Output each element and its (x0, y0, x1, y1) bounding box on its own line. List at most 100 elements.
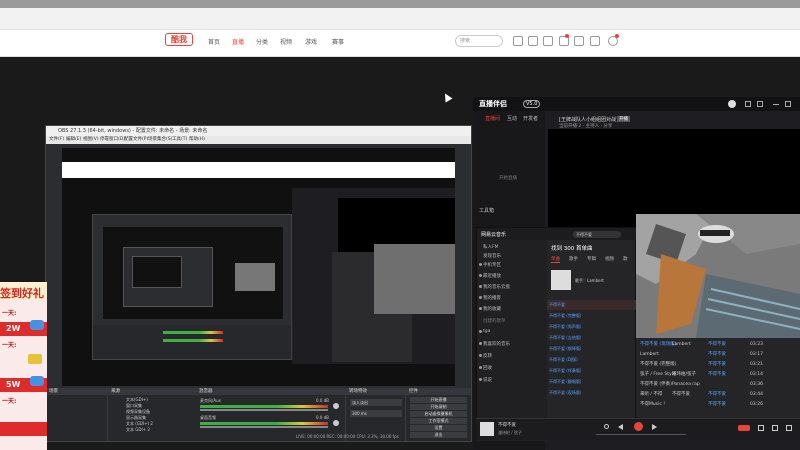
hq-badge[interactable] (738, 425, 750, 431)
music-side-collect[interactable]: 我的收藏 (483, 306, 501, 312)
start-streaming-button[interactable]: 开始直播 (410, 397, 467, 403)
progress-bar[interactable] (596, 434, 686, 435)
music-side-playlist[interactable]: 说说 (483, 377, 492, 383)
music-side-fm[interactable]: 私人FM (483, 244, 498, 250)
tab-songs[interactable]: 单曲 (551, 256, 560, 263)
table-row[interactable]: 不得不爱 (翻唱版) (549, 379, 581, 385)
music-side-mobile[interactable]: 手机专区 (483, 262, 501, 268)
now-playing-cover[interactable] (480, 422, 494, 436)
obs-dock: 场景 来源 文本(GDI+) 窗口采集 视频采集设备 显示器采集 文本 (GDI… (46, 388, 471, 441)
tab-albums[interactable]: 专辑 (587, 256, 596, 262)
tab-more[interactable]: 歌 (623, 256, 628, 262)
settings-icon[interactable] (745, 101, 751, 107)
upload-icon[interactable] (574, 36, 584, 46)
menu-help[interactable]: 帮助(H) (189, 136, 205, 144)
now-playing-artist[interactable]: 潘玮柏 / 弦子 (498, 430, 522, 436)
table-row[interactable]: 不得不爱 (现场版) Lambert 不得不爱 03:23 (640, 340, 796, 350)
studio-mode-button[interactable]: 工作室模式 (410, 418, 467, 424)
table-row[interactable]: 不得不爱 (男声版) (549, 324, 581, 330)
menu-scene-collection[interactable]: 场景集合(S) (148, 136, 172, 144)
nav-live[interactable]: 直播 (232, 37, 244, 46)
obs-preview[interactable] (62, 148, 455, 386)
menu-icon[interactable] (757, 101, 763, 107)
table-row[interactable]: 不得不爱 (DJ版) (549, 357, 578, 363)
close-icon[interactable] (785, 101, 791, 107)
kuwo-tab-interact[interactable]: 互动 (507, 115, 517, 122)
nav-category[interactable]: 分类 (256, 37, 268, 46)
table-row[interactable]: 不得不爱 (现场版) (549, 390, 581, 396)
volume-icon[interactable] (772, 425, 778, 431)
table-row[interactable]: 不得不爱 (伴奏版) (549, 368, 581, 374)
menu-view[interactable]: 视图(V) (83, 136, 99, 144)
mic-mute-icon[interactable] (333, 403, 339, 409)
music-side-playlist[interactable]: tga (483, 329, 490, 334)
table-row[interactable]: 不得不爱 (吉他版) (549, 335, 581, 341)
mic-volume-slider[interactable] (200, 409, 328, 411)
track-album: 不得不爱 (708, 392, 726, 397)
menu-file[interactable]: 文件(F) (49, 136, 64, 144)
desktop-volume-slider[interactable] (200, 426, 328, 428)
playlist-icon[interactable] (786, 425, 792, 431)
music-side-playlist[interactable]: 反转 (483, 353, 492, 359)
music-side-playlist[interactable]: 我喜欢的音乐 (483, 341, 510, 347)
prize-2w: 2W (6, 324, 21, 333)
exit-button[interactable]: 退出 (410, 432, 467, 438)
table-row[interactable]: Lambert 不得不爱 03:17 (640, 350, 796, 360)
kuwo-tab-dev[interactable]: 开发者 (523, 115, 538, 122)
menu-profile[interactable]: 配置文件(P) (124, 136, 148, 144)
site-search-input[interactable]: 搜索 (455, 35, 503, 47)
prev-icon[interactable] (618, 424, 623, 430)
menu-docks[interactable]: 停靠窗口(D) (100, 136, 125, 144)
now-playing-title[interactable]: 不得不爱 (498, 422, 516, 428)
message-icon[interactable] (559, 34, 569, 46)
tab-videos[interactable]: 视频 (605, 256, 614, 262)
table-row[interactable]: 不得不爱 (549, 302, 565, 308)
settings-button[interactable]: 设置 (410, 425, 467, 431)
source-item[interactable]: 文本 GDI+ 3 (126, 427, 150, 433)
transition-duration[interactable]: 300 ms (350, 410, 402, 417)
avatar[interactable] (728, 100, 736, 108)
table-row[interactable]: 不得不爱 (完整版) (549, 313, 581, 319)
table-row[interactable]: 不得不爱 (完整版) 不得不爱 03:21 (640, 360, 796, 370)
sound-effect-icon[interactable] (758, 425, 764, 431)
nav-game[interactable]: 游戏 (305, 37, 317, 46)
nav-video[interactable]: 视频 (280, 37, 292, 46)
site-logo[interactable]: 酷我 (165, 33, 193, 46)
next-icon[interactable] (652, 424, 657, 430)
music-search-input[interactable]: 不得不爱 (573, 231, 621, 238)
nav-events[interactable]: 赛事 (332, 37, 344, 46)
start-recording-button[interactable]: 开始录制 (410, 404, 467, 410)
music-side-cloud[interactable]: 我的音乐云盘 (483, 284, 510, 290)
follow-icon[interactable] (528, 36, 538, 46)
menu-tools[interactable]: 工具(T) (172, 136, 187, 144)
tab-artists[interactable]: 歌手 (569, 256, 578, 262)
table-row[interactable]: 不得不爱 (钢琴版) (549, 346, 581, 352)
table-row[interactable]: 不得Music ! 不得不爱 03:26 (640, 400, 796, 410)
nav-home[interactable]: 首页 (208, 37, 220, 46)
music-side-podcast[interactable]: 我的播客 (483, 295, 501, 301)
sign-in-promo-panel[interactable]: 签到好礼 一天: 2W 一天: 5W 一天: (0, 282, 47, 450)
camera-feed (636, 214, 800, 338)
virtual-camera-button[interactable]: 启动虚拟摄像机 (410, 411, 467, 417)
notification-dot (565, 34, 569, 38)
minimize-icon[interactable] (773, 104, 779, 105)
loop-icon[interactable] (604, 424, 609, 429)
play-pause-icon[interactable] (634, 422, 643, 431)
history-icon[interactable] (513, 36, 523, 46)
music-side-playlist[interactable]: 回收 (483, 365, 492, 371)
music-side-recent[interactable]: 最近播放 (483, 273, 501, 279)
table-row[interactable]: 不得不爱 (伴奏) Panacea rap 03:36 (640, 380, 796, 390)
table-row[interactable]: 来听 / 不得 不得不爱 不得不爱 03:44 (640, 390, 796, 400)
table-row[interactable]: 弦子 / Free Style 潘玮柏/弦子 不得不爱 03:14 (640, 370, 796, 380)
transition-select[interactable]: 淡入淡出 (350, 399, 402, 406)
artist-hint[interactable]: 歌手：Lambert (575, 278, 604, 284)
music-side-discover[interactable]: 发现音乐 (483, 253, 501, 259)
desktop-mute-icon[interactable] (333, 420, 339, 426)
track-album: 不得不爱 (708, 372, 726, 377)
avatar-icon[interactable] (608, 34, 619, 46)
kuwo-tab-room[interactable]: 直播间 (485, 115, 500, 122)
menu-edit[interactable]: 编辑(E) (66, 136, 81, 144)
artist-avatar[interactable] (551, 270, 571, 290)
download-icon[interactable] (543, 36, 553, 46)
user-icon[interactable] (590, 36, 600, 46)
